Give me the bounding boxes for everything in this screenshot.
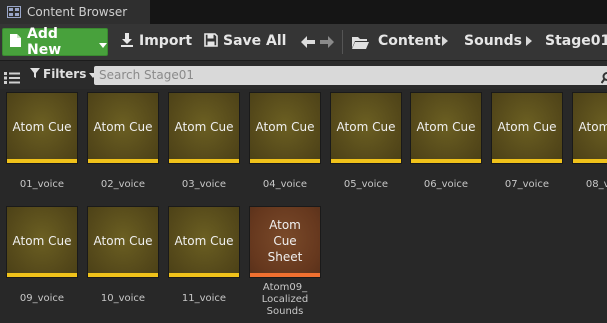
breadcrumb-separator-icon[interactable] [526,36,532,46]
asset-type-strip [411,159,481,163]
asset-type-strip [250,273,320,277]
back-arrow-icon[interactable] [301,33,315,51]
asset-tile[interactable]: Atom Cue [6,206,78,278]
asset-type-label: Atom Cue [416,120,476,134]
asset-name: 04_voice [262,179,308,190]
asset-name: Atom09_ Localized Sounds [261,282,309,317]
asset-type-strip [169,273,239,277]
breadcrumb-stage01[interactable]: Stage01 [545,28,607,54]
tab-content-browser[interactable]: Content Browser [0,0,150,24]
filters-label: Filters [43,67,87,81]
save-all-button[interactable]: Save All [204,28,286,54]
asset-type-label: Atom Cue [12,234,72,248]
asset-tile[interactable]: Atom Cue [87,92,159,164]
asset-type-strip [169,159,239,163]
import-button[interactable]: Import [120,28,192,54]
asset-name: 03_voice [181,179,227,190]
asset-name: 08_voice [585,179,607,190]
asset-tile[interactable]: Atom Cue [572,92,607,164]
tab-title: Content Browser [27,5,128,19]
content-browser-icon [7,6,21,18]
asset-name: 09_voice [19,293,65,304]
asset-grid: Atom Cue 01_voice Atom Cue 02_voice Atom… [0,89,607,323]
asset-type-strip [7,159,77,163]
asset-tile[interactable]: Atom Cue [168,92,240,164]
filter-bar: Filters Search Stage01 [0,61,607,89]
filters-button[interactable]: Filters [30,67,98,81]
asset-tile-clip: Atom Cue 08_voice [572,92,607,202]
asset-type-strip [331,159,401,163]
asset-type-strip [492,159,562,163]
asset-type-strip [88,159,158,163]
forward-arrow-icon[interactable] [320,33,334,51]
search-input[interactable]: Search Stage01 [94,66,607,85]
filter-icon [30,67,40,81]
asset-type-label: Atom Cue [174,234,234,248]
breadcrumb-separator-icon[interactable] [442,36,448,46]
asset-type-strip [573,159,607,163]
asset-type-label: Atom Cue [93,120,153,134]
asset-tile[interactable]: Atom Cue [87,206,159,278]
asset-name: 11_voice [181,293,227,304]
asset-type-label: Atom Cue [497,120,557,134]
save-all-label: Save All [223,33,287,49]
asset-type-label: Atom Cue [174,120,234,134]
breadcrumb-content[interactable]: Content [378,28,441,54]
add-new-button[interactable]: Add New [2,26,108,58]
asset-tile[interactable]: Atom Cue [491,92,563,164]
asset-type-label: Atom Cue [12,120,72,134]
import-label: Import [139,33,193,49]
chevron-down-icon [99,33,107,52]
asset-type-strip [7,273,77,277]
search-icon[interactable] [600,69,607,88]
save-icon [204,32,218,51]
asset-name: 02_voice [100,179,146,190]
breadcrumb-sounds[interactable]: Sounds [464,28,522,54]
asset-name: 10_voice [100,293,146,304]
asset-name: 07_voice [504,179,550,190]
asset-name: 01_voice [19,179,65,190]
asset-tile[interactable]: Atom Cue [330,92,402,164]
asset-type-label: Atom Cue [255,120,315,134]
asset-tile[interactable]: Atom Cue [249,92,321,164]
tab-bar: Content Browser [0,0,607,24]
toolbar: Add New Import Save All Content Sounds S… [0,24,607,61]
asset-tile[interactable]: Atom Cue [168,206,240,278]
add-new-label: Add New [27,26,62,58]
asset-type-strip [250,159,320,163]
asset-type-label: Atom Cue [578,120,607,134]
asset-type-label: Atom Cue [93,234,153,248]
asset-tile[interactable]: Atom Cue [6,92,78,164]
view-options-icon[interactable] [4,69,20,88]
asset-type-label: Atom Cue Sheet [267,218,303,264]
asset-type-label: Atom Cue [336,120,396,134]
asset-tile[interactable]: Atom Cue Sheet [249,206,321,278]
new-file-icon [9,33,22,52]
asset-name: 05_voice [343,179,389,190]
asset-tile[interactable]: Atom Cue [410,92,482,164]
folder-icon [352,33,369,51]
asset-type-strip [88,273,158,277]
asset-name: 06_voice [423,179,469,190]
toolbar-divider [342,30,343,54]
import-icon [120,32,134,51]
